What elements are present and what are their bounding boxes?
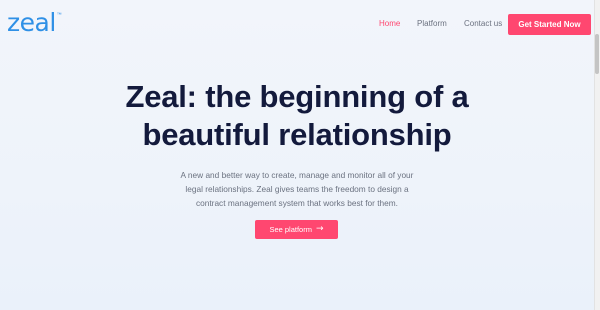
hero-title-line-1: Zeal: the beginning of a <box>125 79 469 114</box>
zeal-logo[interactable]: zeal ™ <box>7 10 62 36</box>
trademark-mark: ™ <box>56 12 62 18</box>
hero-title-line-2: beautiful relationship <box>142 117 452 152</box>
logo-text: zeal <box>7 8 56 37</box>
landing-page: zeal ™ Home Platform Contact us Get Star… <box>0 0 594 310</box>
top-navigation: zeal ™ Home Platform Contact us Get Star… <box>0 0 594 48</box>
see-platform-label: See platform <box>269 225 312 234</box>
nav-link-platform[interactable]: Platform <box>417 19 447 28</box>
hero-description: A new and better way to create, manage a… <box>170 168 424 210</box>
scrollbar-thumb[interactable] <box>595 34 599 74</box>
vertical-scrollbar[interactable] <box>594 0 600 310</box>
nav-link-contact-us[interactable]: Contact us <box>464 19 502 28</box>
hero-title: Zeal: the beginning of a beautiful relat… <box>0 78 594 154</box>
see-platform-button[interactable]: See platform → <box>255 220 338 239</box>
arrow-right-icon: → <box>315 224 324 234</box>
hero-description-line-2: legal relationships. Zeal gives teams th… <box>185 184 409 194</box>
hero-description-line-1: A new and better way to create, manage a… <box>180 170 414 180</box>
get-started-now-button[interactable]: Get Started Now <box>508 14 591 35</box>
nav-link-home[interactable]: Home <box>379 19 400 28</box>
hero-description-line-3: contract management system that works be… <box>196 198 398 208</box>
